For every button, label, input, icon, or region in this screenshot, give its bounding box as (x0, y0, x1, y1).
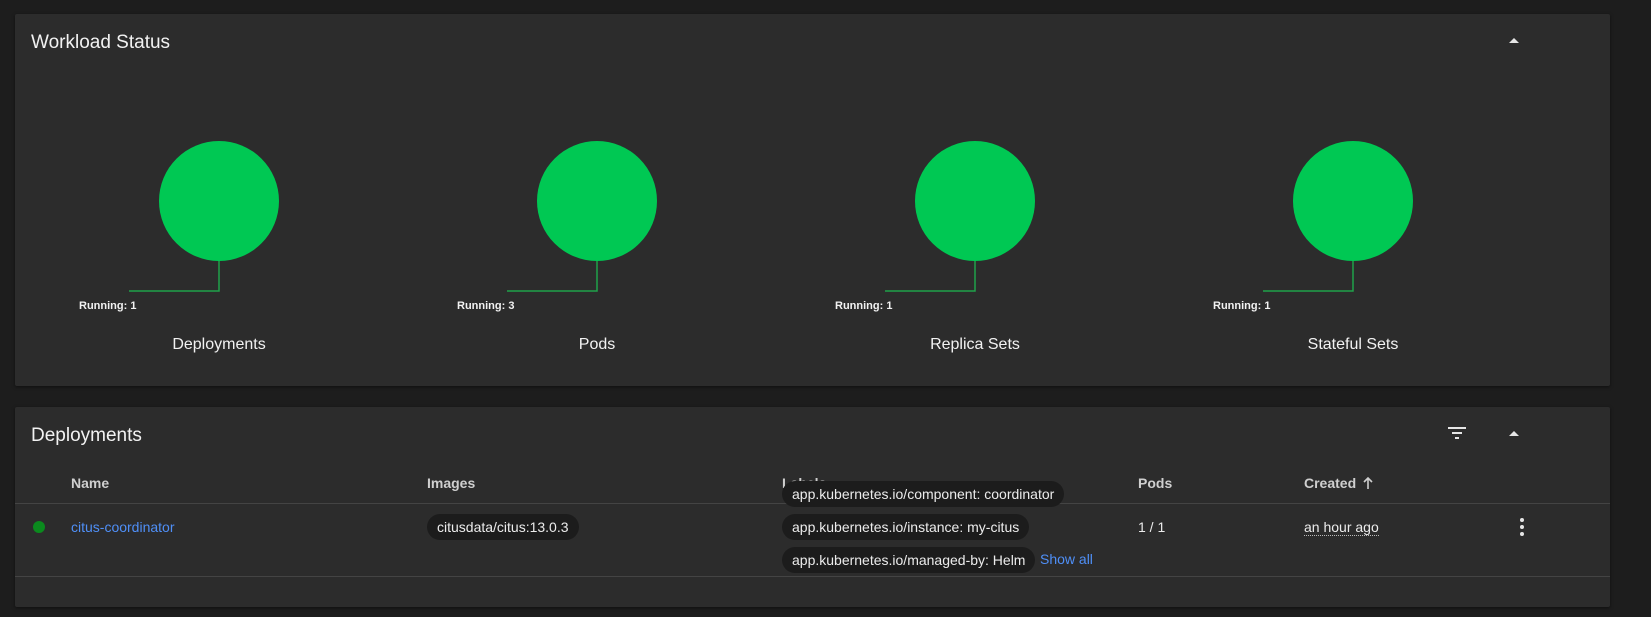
replica-sets-leader-line (885, 261, 976, 292)
stateful-sets-running-slice (1293, 141, 1413, 261)
chevron-up-icon (1509, 37, 1519, 43)
replica-sets-running-label: Running: 1 (835, 300, 893, 312)
filter-button[interactable] (1444, 419, 1472, 447)
status-running-icon (33, 521, 45, 533)
deployments-running-slice (159, 141, 279, 261)
stateful-sets-running-label: Running: 1 (1213, 300, 1271, 312)
pods-chart: Running: 3 Pods (457, 14, 697, 386)
column-header-created[interactable]: Created (1304, 475, 1375, 491)
deployments-leader-line (129, 261, 220, 292)
pods-running-label: Running: 3 (457, 300, 515, 312)
label-chip: app.kubernetes.io/component: coordinator (782, 481, 1065, 507)
row-divider (15, 576, 1610, 577)
stateful-sets-leader-line (1263, 261, 1354, 292)
show-all-labels-link[interactable]: Show all (1040, 551, 1093, 567)
workload-status-card: Workload Status Running: 1 Deployments R… (15, 14, 1610, 386)
collapse-workload-status-button[interactable] (1500, 26, 1528, 54)
replica-sets-pie (885, 141, 1035, 292)
deployments-running-label: Running: 1 (79, 300, 137, 312)
replica-sets-running-slice (915, 141, 1035, 261)
chevron-up-icon (1509, 430, 1519, 436)
pods-count: 1 / 1 (1138, 519, 1166, 535)
column-header-pods[interactable]: Pods (1138, 475, 1172, 491)
replica-sets-chart-label: Replica Sets (930, 336, 1020, 353)
deployments-card: Deployments Name Images Labels Pods Crea… (15, 407, 1610, 607)
column-header-name[interactable]: Name (71, 475, 109, 491)
more-vert-icon[interactable] (1519, 518, 1525, 538)
deployment-name-link[interactable]: citus-coordinator (71, 519, 175, 535)
stateful-sets-chart: Running: 1 Stateful Sets (1213, 14, 1453, 386)
image-chip: citusdata/citus:13.0.3 (427, 514, 579, 540)
created-time: an hour ago (1304, 519, 1379, 536)
pods-leader-line (507, 261, 598, 292)
deployments-title: Deployments (31, 425, 142, 446)
collapse-deployments-button[interactable] (1500, 419, 1528, 447)
deployments-chart: Running: 1 Deployments (79, 14, 319, 386)
arrow-up-icon (1363, 476, 1373, 489)
deployments-chart-label: Deployments (172, 336, 266, 353)
column-header-images[interactable]: Images (427, 475, 475, 491)
stateful-sets-chart-label: Stateful Sets (1307, 336, 1399, 353)
replica-sets-chart: Running: 1 Replica Sets (835, 14, 1075, 386)
label-chip: app.kubernetes.io/instance: my-citus (782, 514, 1030, 540)
pods-running-slice (537, 141, 657, 261)
label-chip: app.kubernetes.io/managed-by: Helm (782, 547, 1036, 573)
pods-chart-label: Pods (578, 336, 616, 353)
column-header-created-label: Created (1304, 475, 1357, 491)
stateful-sets-pie (1263, 141, 1413, 292)
deployments-pie (129, 141, 279, 292)
pods-pie (507, 141, 657, 292)
filter-icon (1448, 427, 1466, 439)
